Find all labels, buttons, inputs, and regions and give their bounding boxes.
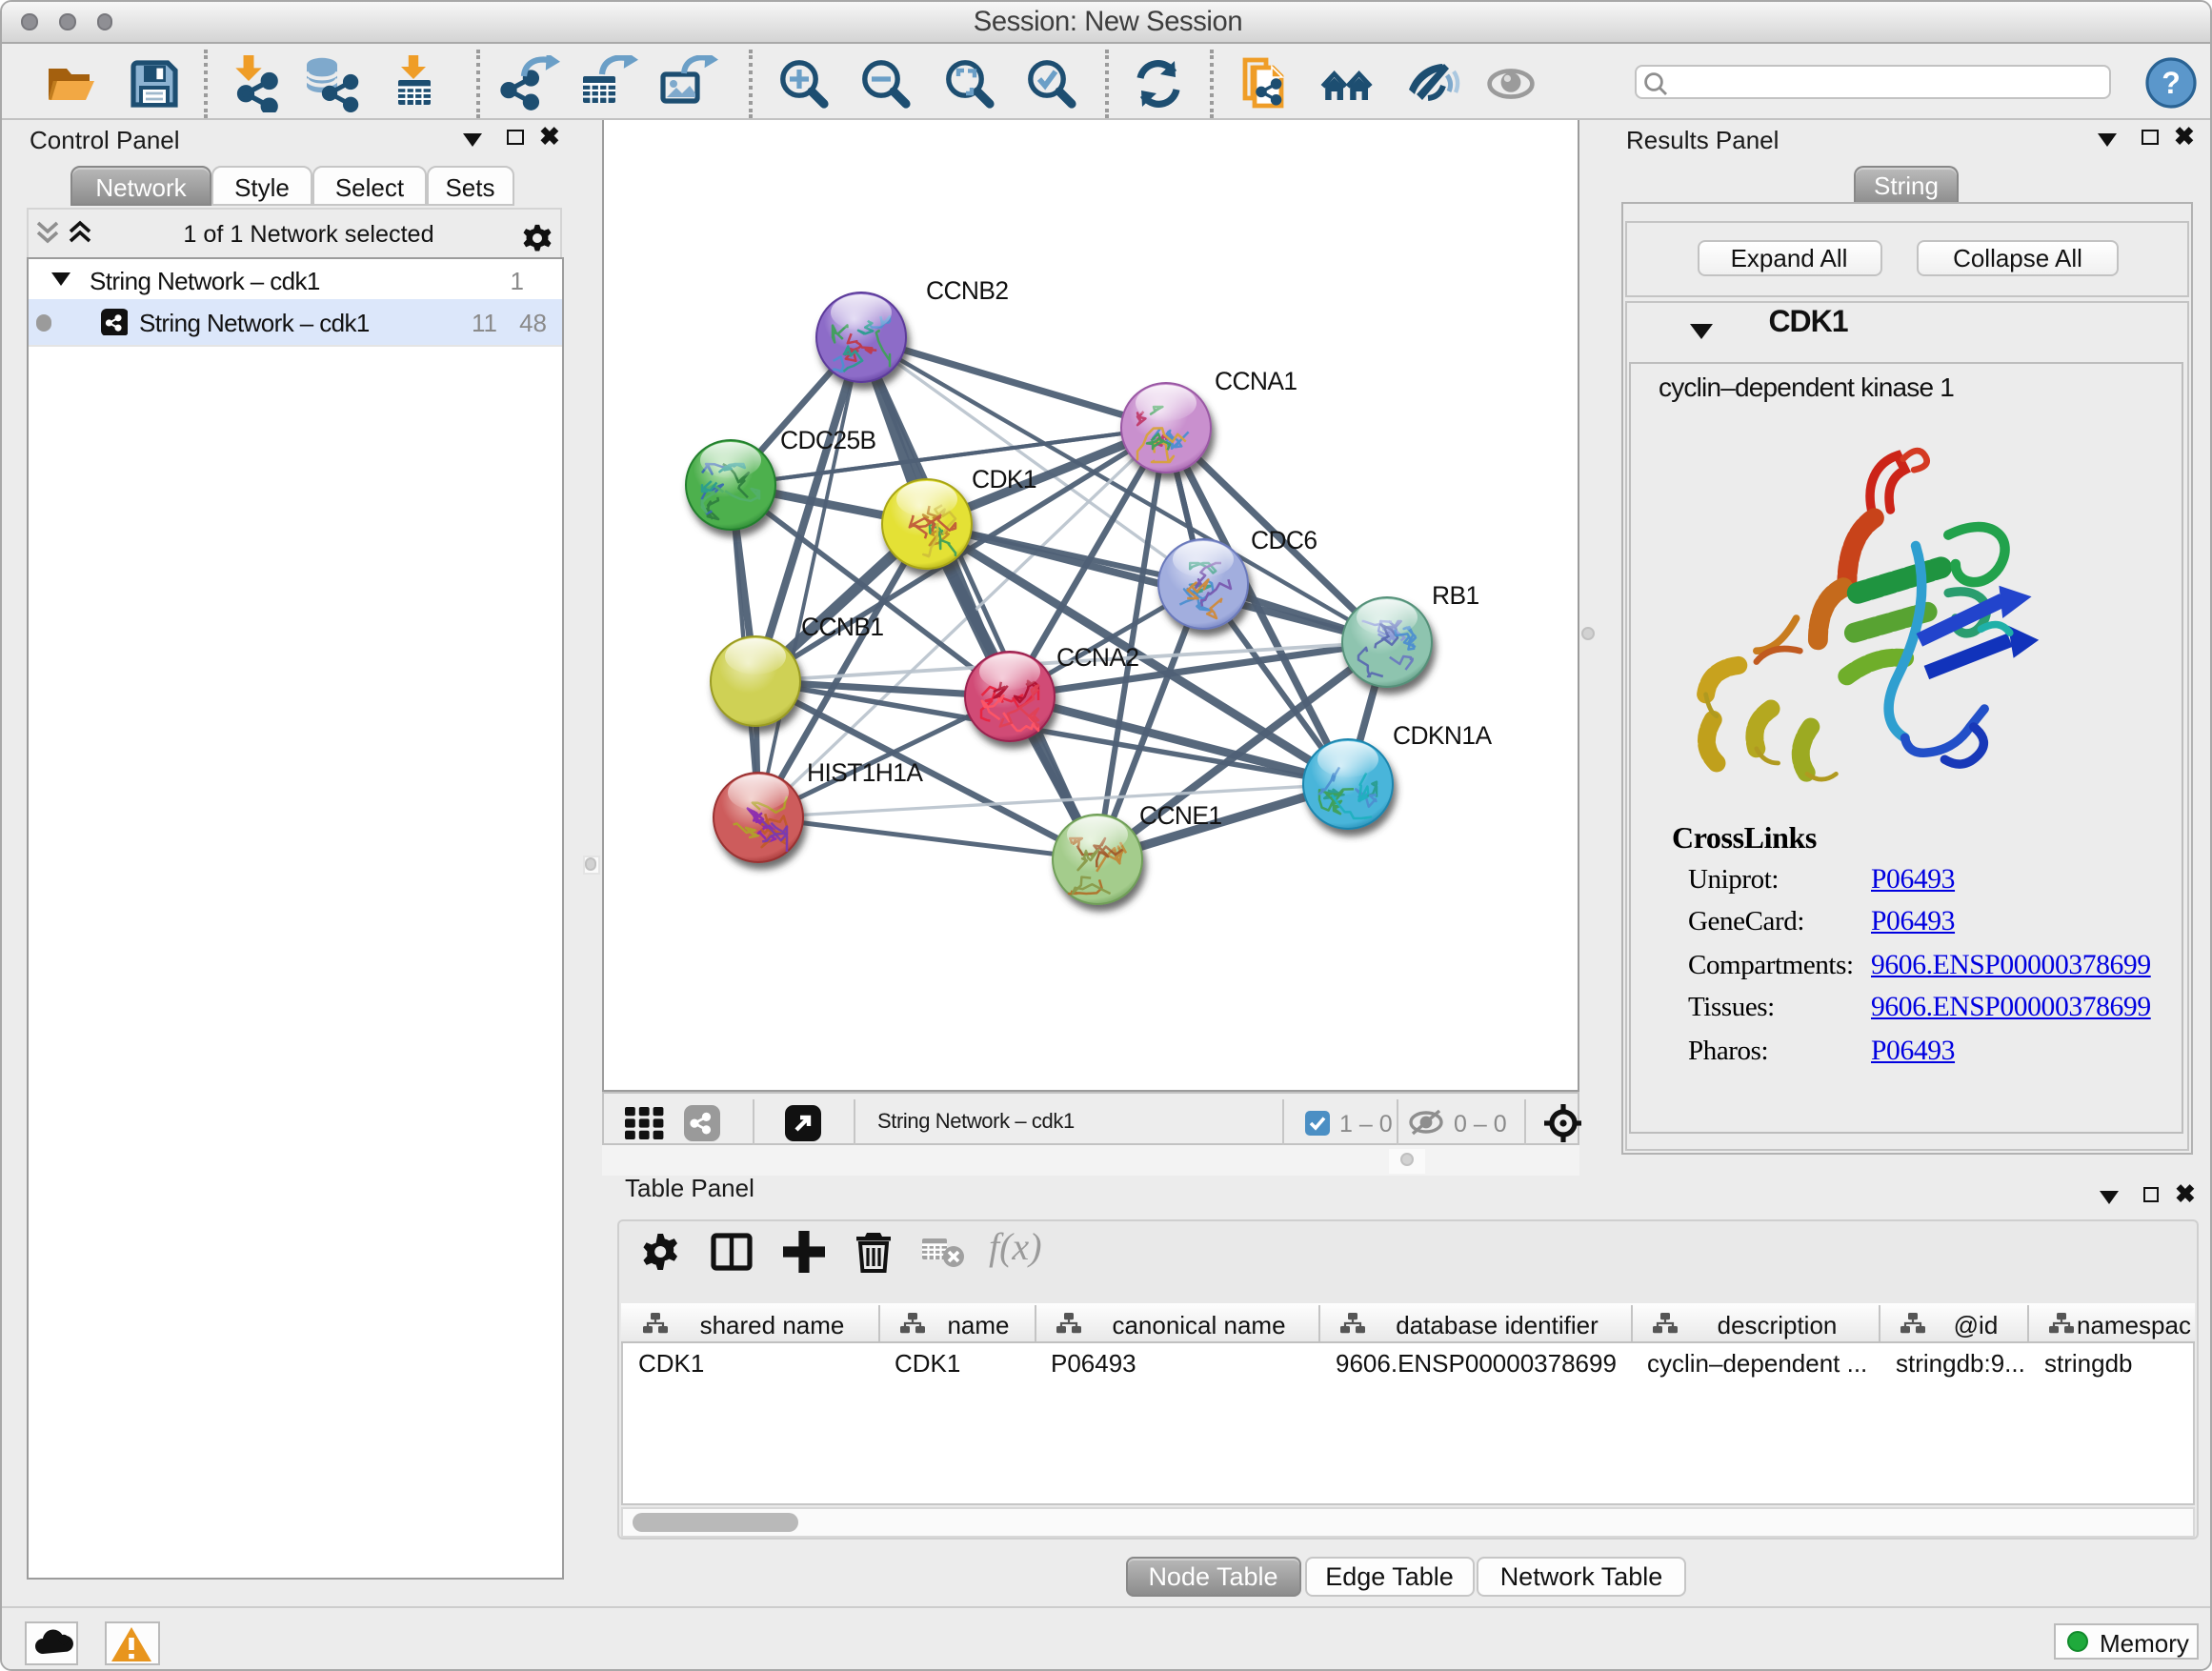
svg-text:?: ? — [2161, 66, 2180, 100]
svg-text:CDC6: CDC6 — [1251, 526, 1317, 554]
svg-text:CCNB1: CCNB1 — [801, 613, 883, 641]
svg-text:CCNA2: CCNA2 — [1056, 643, 1138, 672]
svg-text:CCNA1: CCNA1 — [1215, 367, 1297, 395]
svg-text:CDC25B: CDC25B — [780, 426, 876, 454]
svg-text:HIST1H1A: HIST1H1A — [807, 758, 923, 787]
svg-text:CDK1: CDK1 — [972, 465, 1036, 493]
svg-text:CCNE1: CCNE1 — [1139, 801, 1221, 830]
svg-text:RB1: RB1 — [1432, 581, 1479, 610]
svg-text:CCNB2: CCNB2 — [926, 276, 1008, 305]
svg-text:CDKN1A: CDKN1A — [1393, 721, 1492, 750]
